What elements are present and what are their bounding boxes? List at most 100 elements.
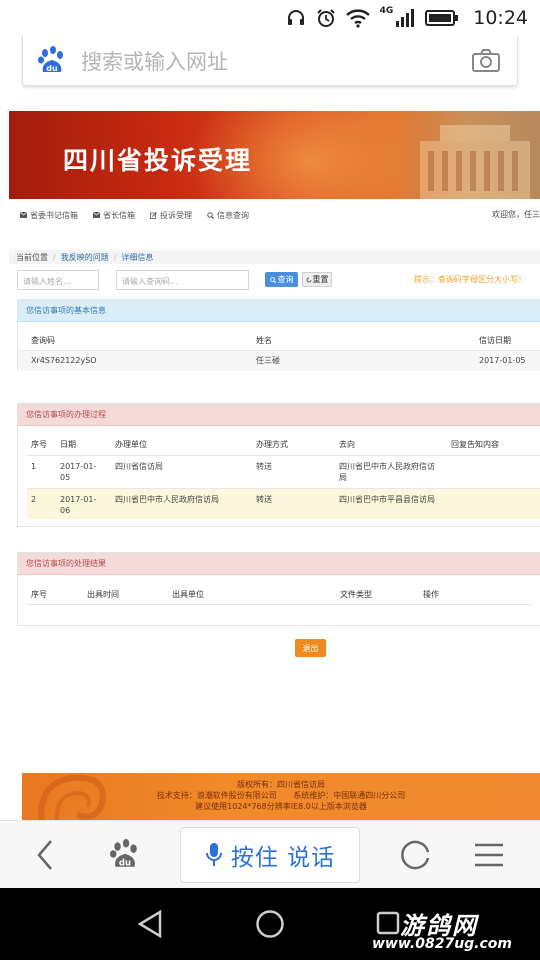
camera-icon[interactable] xyxy=(471,48,501,73)
column-header: 出具单位 xyxy=(172,590,204,599)
baidu-home-button[interactable]: du xyxy=(100,821,150,889)
menu-icon xyxy=(475,843,503,867)
table-header-row: 序号 出具时间 出具单位 文件类型 操作 xyxy=(27,575,532,605)
reset-button[interactable]: 重置 xyxy=(302,272,332,287)
panel-title: 您信访事项的基本信息 xyxy=(18,300,540,322)
footer-copyright: 版权所有：四川省信访局 xyxy=(237,780,325,789)
column-header: 操作 xyxy=(423,590,439,599)
search-icon xyxy=(207,211,214,219)
baidu-paw-icon: du xyxy=(110,839,137,869)
nav-label: 省长信箱 xyxy=(103,210,135,220)
table-header-row: 序号 日期 办理单位 办理方式 去向 回复告知内容 xyxy=(27,426,540,456)
nav-complaint[interactable]: 投诉受理 xyxy=(150,210,192,221)
recent-apps-icon[interactable] xyxy=(376,911,400,935)
row-unit: 四川省巴中市人民政府信访局 xyxy=(115,495,219,504)
column-header: 出具时间 xyxy=(87,590,119,599)
exit-button[interactable]: 退出 xyxy=(295,639,326,657)
breadcrumb-current: 当前位置 xyxy=(16,252,48,262)
query-code-value: Xr4S762122ySO xyxy=(31,356,97,365)
column-header: 回复告知内容 xyxy=(451,440,499,449)
result-panel: 您信访事项的处理结果 序号 出具时间 出具单位 文件类型 操作 xyxy=(17,552,540,626)
voice-label: 按住 说话 xyxy=(230,845,336,871)
column-header: 序号 xyxy=(31,440,47,449)
panel-title: 您信访事项的办理过程 xyxy=(18,404,540,426)
nav-governor-mailbox[interactable]: 省长信箱 xyxy=(93,210,135,221)
web-page: 四川省投诉受理 省委书记信箱 省长信箱 投诉受理 信息查询 欢迎您，任三 当前位… xyxy=(0,98,540,820)
clock: 10:24 xyxy=(473,7,528,29)
row-destination: 四川省巴中市人民政府信访 局 xyxy=(339,462,435,482)
date-value: 2017-01-05 xyxy=(479,356,526,365)
home-circle-icon[interactable] xyxy=(255,909,285,939)
refresh-button[interactable] xyxy=(391,821,441,889)
svg-text:du: du xyxy=(46,64,58,73)
footer-tech-support: 技术支持：浪潮软件股份有限公司 xyxy=(156,791,277,800)
row-index: 2 xyxy=(31,495,37,504)
row-index: 1 xyxy=(31,462,37,471)
column-header: 姓名 xyxy=(256,336,272,345)
back-triangle-icon[interactable] xyxy=(136,909,164,939)
column-header: 去向 xyxy=(339,440,355,449)
battery-icon xyxy=(425,10,459,26)
process-table: 序号 日期 办理单位 办理方式 去向 回复告知内容 1 2017-01- 05 … xyxy=(27,426,540,519)
search-placeholder: 搜索或输入网址 xyxy=(81,49,228,74)
back-button[interactable] xyxy=(20,821,70,889)
browser-address-bar: du 搜索或输入网址 xyxy=(0,36,540,98)
voice-input-button[interactable]: 按住 说话 xyxy=(180,827,360,883)
nav-info-query[interactable]: 信息查询 xyxy=(207,210,249,221)
query-button[interactable]: 查询 xyxy=(265,272,298,287)
search-icon xyxy=(269,276,276,283)
column-header: 信访日期 xyxy=(479,336,511,345)
menu-button[interactable] xyxy=(464,821,514,889)
name-value: 任三碰 xyxy=(256,356,280,365)
headphones-icon xyxy=(287,10,304,25)
alarm-icon xyxy=(316,9,335,27)
browser-toolbar: du 按住 说话 xyxy=(0,820,540,888)
basic-info-panel: 您信访事项的基本信息 查询码 姓名 信访日期 Xr4S762122ySO 任三碰… xyxy=(17,299,540,371)
nav-label: 省委书记信箱 xyxy=(30,210,78,220)
mail-icon xyxy=(20,212,27,218)
nav-label: 投诉受理 xyxy=(160,210,192,220)
system-navbar: 游鸽网 www.0827ug.com xyxy=(0,888,540,960)
site-footer: 版权所有：四川省信访局 技术支持：浪潮软件股份有限公司 系统维护：中国联通四川分… xyxy=(22,773,540,820)
baidu-paw-icon: du xyxy=(38,45,63,73)
row-date: 2017-01- 06 xyxy=(60,495,97,515)
nav-secretary-mailbox[interactable]: 省委书记信箱 xyxy=(20,210,78,221)
watermark-url: www.0827ug.com xyxy=(372,936,512,952)
table-row: 1 2017-01- 05 四川省信访局 转送 四川省巴中市人民政府信访 局 xyxy=(27,456,540,489)
query-code-input[interactable]: 请输入查询码... xyxy=(116,270,249,290)
refresh-icon xyxy=(306,277,311,282)
mail-icon xyxy=(93,212,100,218)
name-input[interactable]: 请输入姓名... xyxy=(17,270,99,290)
breadcrumb: 当前位置 / 我反映的问题 / 详细信息 xyxy=(9,250,540,264)
signal-icon xyxy=(396,9,415,27)
row-method: 转送 xyxy=(256,462,272,471)
query-hint: 提示：查询码字母区分大小写！ xyxy=(414,275,526,284)
table-row: Xr4S762122ySO 任三碰 2017-01-05 xyxy=(18,351,540,371)
site-title: 四川省投诉受理 xyxy=(63,146,253,175)
column-header: 文件类型 xyxy=(340,590,372,599)
column-header: 序号 xyxy=(31,590,47,599)
row-unit: 四川省信访局 xyxy=(115,462,163,471)
top-nav: 省委书记信箱 省长信箱 投诉受理 信息查询 欢迎您，任三 xyxy=(20,208,540,222)
status-bar: 4G 10:24 xyxy=(0,0,540,36)
search-box[interactable]: du 搜索或输入网址 xyxy=(22,36,518,86)
building-silhouette-icon xyxy=(420,125,530,199)
query-form: 请输入姓名... 请输入查询码... 查询 重置 提示：查询码字母区分大小写！ xyxy=(0,270,540,292)
breadcrumb-detail[interactable]: 详细信息 xyxy=(121,252,153,263)
column-header: 办理单位 xyxy=(115,440,147,449)
footer-browser-tip: 建议使用1024*768分辨率IE8.0以上版本浏览器 xyxy=(195,802,367,811)
breadcrumb-my-issues[interactable]: 我反映的问题 xyxy=(61,252,109,263)
column-header: 办理方式 xyxy=(256,440,288,449)
welcome-text: 欢迎您，任三 xyxy=(492,210,540,219)
process-panel: 您信访事项的办理过程 序号 日期 办理单位 办理方式 去向 回复告知内容 1 2… xyxy=(17,403,540,527)
table-row: 2 2017-01- 06 四川省巴中市人民政府信访局 转送 四川省巴中市平昌县… xyxy=(27,489,540,519)
site-banner: 四川省投诉受理 xyxy=(9,111,540,199)
row-method: 转送 xyxy=(256,495,272,504)
table-header-row: 查询码 姓名 信访日期 xyxy=(18,322,540,351)
column-header: 日期 xyxy=(60,440,76,449)
chevron-left-icon xyxy=(37,840,52,870)
microphone-icon xyxy=(205,843,222,866)
footer-maintenance: 系统维护：中国联通四川分公司 xyxy=(293,791,406,800)
query-button-label: 查询 xyxy=(277,275,294,284)
row-destination: 四川省巴中市平昌县信访局 xyxy=(339,495,435,504)
